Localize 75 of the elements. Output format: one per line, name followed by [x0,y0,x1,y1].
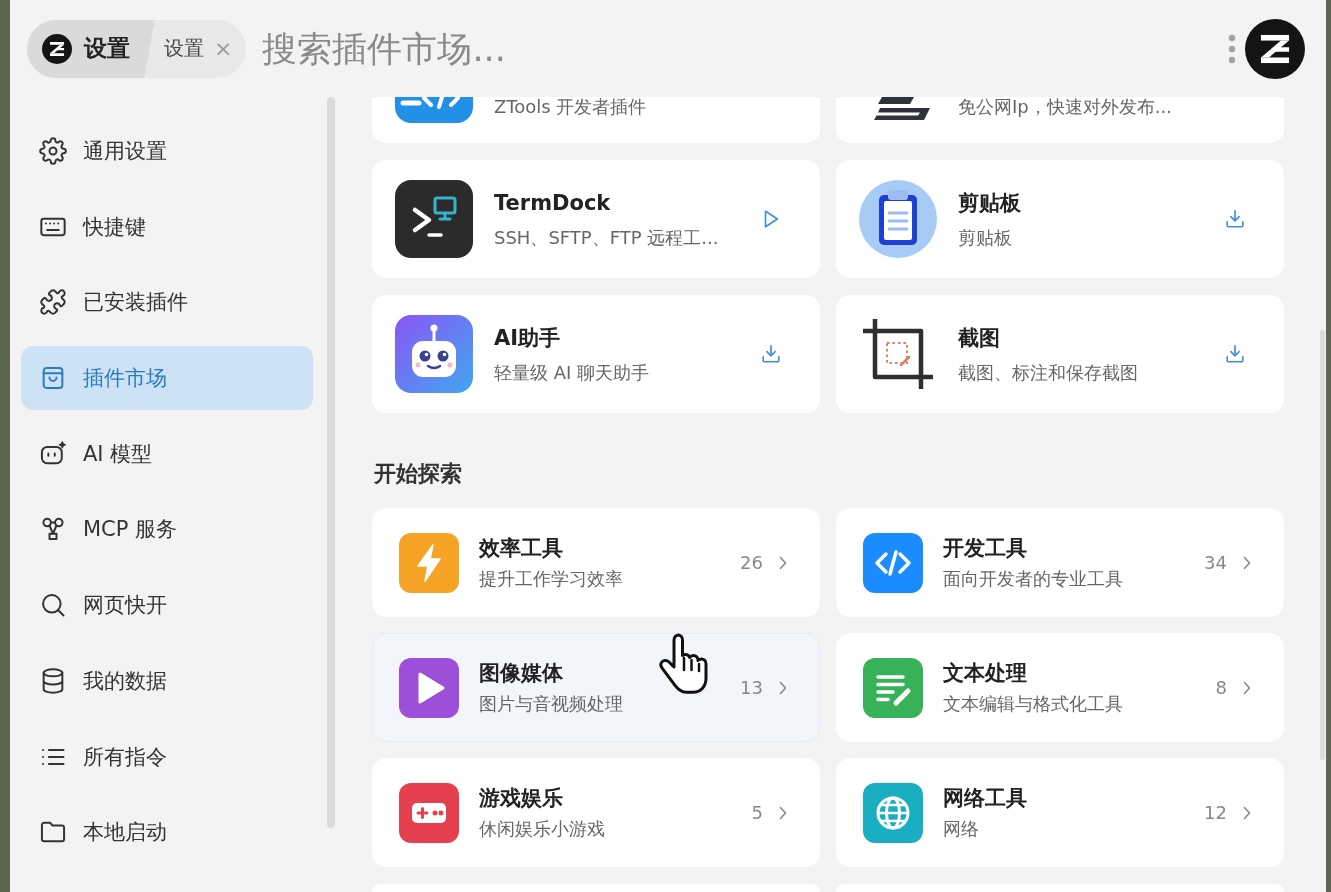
chevron-icon [1243,555,1251,570]
search-field[interactable]: 搜索插件市场... [262,23,1228,74]
sidebar-item[interactable]: 所有指令 [21,724,313,789]
chevron-icon [779,555,787,570]
category-count: 26 [740,552,763,573]
logo-icon [1245,18,1305,79]
clipboard-icon [859,180,937,258]
category-description: 网络 [943,817,980,841]
tab-label: 设置 [164,35,204,62]
sidebar-item[interactable]: 快捷键 [21,194,313,259]
settings-icon [39,137,67,165]
plugin-description: 免公网Ip，快速对外发布... [958,97,1172,117]
sidebar-item[interactable]: AI 模型 [21,421,313,486]
category-title: 网络工具 [943,785,1028,812]
category-card[interactable]: 图像媒体 图片与音视频处理 13 [372,633,820,742]
plugin-card[interactable]: ZTools 开发者插件 [372,97,820,143]
category-description: 提升工作学习效率 [479,567,624,591]
sidebar-item[interactable]: 本地启动 [21,800,313,865]
plugin-description: 轻量级 AI 聊天助手 [494,360,651,385]
category-title: 游戏娱乐 [479,785,564,812]
download-icon[interactable] [1224,343,1246,365]
category-card[interactable]: 开发工具 面向开发者的专业工具 34 [836,508,1284,617]
category-card[interactable]: 文本处理 文本编辑与格式化工具 8 [836,633,1284,742]
scrollbar-thumb[interactable] [327,97,335,828]
plugin-description: SSH、SFTP、FTP 远程工... [494,225,720,250]
plugin-card[interactable]: TermDock SSH、SFTP、FTP 远程工... [372,160,820,278]
logo-icon [42,33,72,64]
chevron-icon [779,680,787,695]
plugin-card[interactable]: 截图 截图、标注和保存截图 [836,295,1284,413]
plugin-description: ZTools 开发者插件 [494,97,647,117]
chevron-icon [779,805,787,820]
category-count: 12 [1204,802,1227,823]
plugin-description: 截图、标注和保存截图 [958,360,1139,385]
category-description: 图片与音视频处理 [479,692,624,716]
download-icon[interactable] [760,343,782,365]
category-count: 13 [740,677,763,698]
plugin-title: 截图 [958,324,1001,352]
more-icon[interactable] [1228,33,1236,64]
category-count: 34 [1204,552,1227,573]
sidebar-item[interactable]: 通用设置 [21,119,313,183]
sidebar-item[interactable]: 网页快开 [21,573,313,638]
download-icon[interactable] [1224,208,1246,230]
category-title: 文本处理 [943,660,1028,687]
puzzle-icon [39,288,67,317]
plugin-title: AI助手 [494,324,562,352]
plugin-card[interactable]: 免公网Ip，快速对外发布... [836,97,1284,143]
plugin-title: TermDock [494,189,612,217]
plugin-tab[interactable]: 设置 [27,19,156,78]
section-title: 开始探索 [374,460,463,488]
category-count: 8 [1215,677,1227,698]
robot-icon [395,315,473,393]
search-icon [39,591,67,620]
scrollbar-thumb[interactable] [1320,330,1325,760]
category-title: 图像媒体 [479,660,564,687]
slanted-bars-icon [872,97,930,121]
plugin-card[interactable]: 剪贴板 剪贴板 [836,160,1284,278]
sidebar-item[interactable]: 已安装插件 [21,270,313,335]
plugin-card[interactable]: AI助手 轻量级 AI 聊天助手 [372,295,820,413]
sidebar-item[interactable]: MCP 服务 [21,497,313,562]
category-card[interactable]: 游戏娱乐 休闲娱乐小游戏 5 [372,758,820,867]
chevron-icon [1243,805,1251,820]
category-card[interactable]: 效率工具 提升工作学习效率 26 [372,508,820,617]
category-description: 休闲娱乐小游戏 [479,817,606,841]
terminal-icon [395,180,473,258]
sidebar-item[interactable]: 我的数据 [21,648,313,713]
category-title: 效率工具 [479,535,564,562]
category-title: 开发工具 [943,535,1028,562]
category-count: 5 [751,802,763,823]
chevron-icon [1243,680,1251,695]
category-card[interactable]: 网络工具 网络 12 [836,758,1284,867]
category-description: 面向开发者的专业工具 [943,567,1124,591]
category-description: 文本编辑与格式化工具 [943,692,1124,716]
plugin-title: 剪贴板 [958,189,1022,217]
code-app-icon [395,97,473,123]
plugin-description: 剪贴板 [958,225,1013,250]
